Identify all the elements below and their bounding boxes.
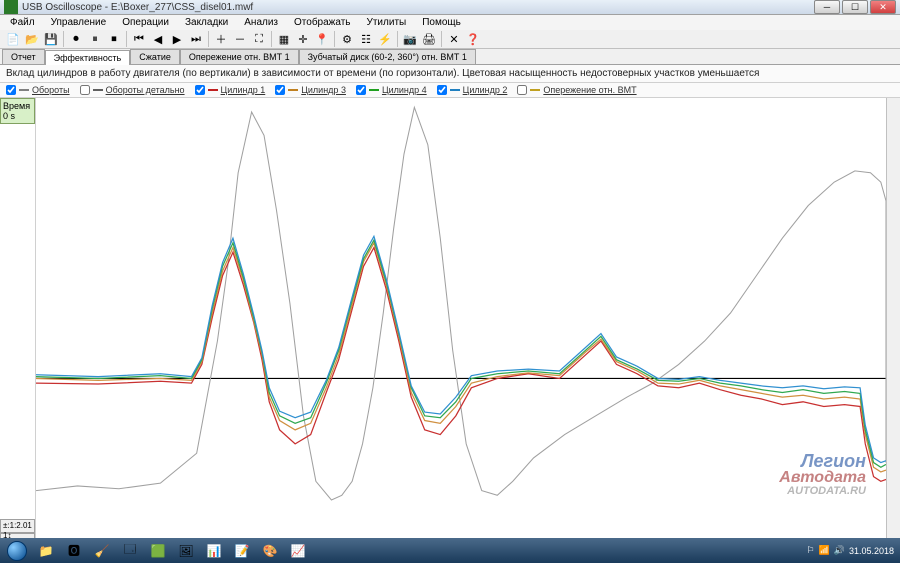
menu-7[interactable]: Помощь xyxy=(416,15,467,30)
new-icon[interactable]: 📄 xyxy=(4,30,22,48)
tab-0[interactable]: Отчет xyxy=(2,49,45,64)
taskbar-explorer-icon[interactable]: 📁 xyxy=(33,541,59,561)
taskbar-opera-icon[interactable]: 🅾 xyxy=(61,541,87,561)
legend-item-6[interactable]: Опережение отн. ВМТ xyxy=(517,85,636,95)
menu-4[interactable]: Анализ xyxy=(238,15,284,30)
legend-label-3: Цилиндр 3 xyxy=(301,85,346,95)
legend-bar: Обороты Обороты детально Цилиндр 1 Цилиндр … xyxy=(0,83,900,98)
legend-checkbox-2[interactable] xyxy=(195,85,205,95)
series-Цилиндр 4 xyxy=(36,240,886,467)
series-Цилиндр 1 xyxy=(36,248,886,482)
legend-label-5: Цилиндр 2 xyxy=(463,85,508,95)
taskbar-app1-icon[interactable]: 🗔 xyxy=(117,541,143,561)
taskbar-oscilloscope-icon[interactable]: 📈 xyxy=(285,541,311,561)
legend-checkbox-5[interactable] xyxy=(437,85,447,95)
save-icon[interactable]: 💾 xyxy=(42,30,60,48)
vertical-scrollbar[interactable] xyxy=(886,98,900,547)
record-icon[interactable]: ⏺ xyxy=(67,30,85,48)
tab-3[interactable]: Опережение отн. ВМТ 1 xyxy=(180,49,299,64)
trigger-icon[interactable]: ⚡ xyxy=(376,30,394,48)
legend-label-6: Опережение отн. ВМТ xyxy=(543,85,636,95)
taskbar-app3-icon[interactable]: 🖼 xyxy=(173,541,199,561)
menu-6[interactable]: Утилиты xyxy=(361,15,413,30)
minimize-button[interactable]: ─ xyxy=(814,0,840,14)
pause-icon[interactable]: ⏸ xyxy=(86,30,104,48)
legend-checkbox-4[interactable] xyxy=(356,85,366,95)
taskbar-ccleaner-icon[interactable]: 🧹 xyxy=(89,541,115,561)
left-panel: Время 0 s ±:1:2.01 1↕ ⟷1:1 xyxy=(0,98,36,547)
tab-4[interactable]: Зубчатый диск (60-2, 360°) отн. ВМТ 1 xyxy=(299,49,476,64)
settings-icon[interactable]: ⚙ xyxy=(338,30,356,48)
menu-5[interactable]: Отображать xyxy=(288,15,356,30)
window-titlebar: USB Oscilloscope - E:\Boxer_277\CSS_dise… xyxy=(0,0,900,15)
legend-item-0[interactable]: Обороты xyxy=(6,85,70,95)
zoomout-icon[interactable]: － xyxy=(231,30,249,48)
prev-icon[interactable]: ◀ xyxy=(149,30,167,48)
help-icon[interactable]: ❓ xyxy=(464,30,482,48)
time-value: 0 s xyxy=(3,111,32,121)
series-Цилиндр 3 xyxy=(36,243,886,472)
legend-label-0: Обороты xyxy=(32,85,70,95)
time-box: Время 0 s xyxy=(0,98,35,124)
grid-icon[interactable]: ▦ xyxy=(275,30,293,48)
legend-label-1: Обороты детально xyxy=(106,85,185,95)
menu-3[interactable]: Закладки xyxy=(179,15,234,30)
description-text: Вклад цилиндров в работу двигателя (по в… xyxy=(0,65,900,83)
legend-item-5[interactable]: Цилиндр 2 xyxy=(437,85,508,95)
maximize-button[interactable]: ☐ xyxy=(842,0,868,14)
window-title: USB Oscilloscope - E:\Boxer_277\CSS_dise… xyxy=(22,2,814,13)
fit-icon[interactable]: ⛶ xyxy=(250,30,268,48)
windows-taskbar: 📁 🅾 🧹 🗔 🟩 🖼 📊 📝 🎨 📈 ⚐ 📶 🔊 31.05.2018 xyxy=(0,538,900,563)
legend-item-2[interactable]: Цилиндр 1 xyxy=(195,85,266,95)
legend-label-2: Цилиндр 1 xyxy=(221,85,266,95)
close-icon[interactable]: ✕ xyxy=(445,30,463,48)
start-button[interactable] xyxy=(2,540,32,562)
screenshot-icon[interactable]: 📷 xyxy=(401,30,419,48)
stop-icon[interactable]: ⏹ xyxy=(105,30,123,48)
taskbar-excel-icon[interactable]: 📊 xyxy=(201,541,227,561)
channels-icon[interactable]: ☷ xyxy=(357,30,375,48)
legend-checkbox-1[interactable] xyxy=(80,85,90,95)
marker-icon[interactable]: 📍 xyxy=(313,30,331,48)
menu-0[interactable]: Файл xyxy=(4,15,41,30)
zoomin-icon[interactable]: ＋ xyxy=(212,30,230,48)
legend-checkbox-3[interactable] xyxy=(275,85,285,95)
toolbar: 📄 📂 💾 ⏺ ⏸ ⏹ ⏮ ◀ ▶ ⏭ ＋ － ⛶ ▦ ✛ 📍 ⚙ ☷ ⚡ 📷 … xyxy=(0,30,900,49)
app-icon xyxy=(4,0,18,14)
legend-item-4[interactable]: Цилиндр 4 xyxy=(356,85,427,95)
series-Обороты xyxy=(36,107,886,500)
legend-item-1[interactable]: Обороты детально xyxy=(80,85,185,95)
tab-bar: ОтчетЭффективностьСжатиеОпережение отн. … xyxy=(0,49,900,65)
tab-2[interactable]: Сжатие xyxy=(130,49,180,64)
taskbar-paint-icon[interactable]: 🎨 xyxy=(257,541,283,561)
next-icon[interactable]: ⏭ xyxy=(187,30,205,48)
close-button[interactable]: ✕ xyxy=(870,0,896,14)
print-icon[interactable]: 🖨 xyxy=(420,30,438,48)
tray-network-icon[interactable]: 📶 xyxy=(819,545,830,556)
menu-1[interactable]: Управление xyxy=(45,15,113,30)
chart-area[interactable]: Легион Автодата AUTODATA.RU xyxy=(36,98,886,547)
system-tray[interactable]: ⚐ 📶 🔊 31.05.2018 xyxy=(806,545,898,556)
time-label: Время xyxy=(3,101,32,111)
legend-checkbox-6[interactable] xyxy=(517,85,527,95)
legend-item-3[interactable]: Цилиндр 3 xyxy=(275,85,346,95)
tray-clock[interactable]: 31.05.2018 xyxy=(849,546,894,556)
series-Цилиндр 2 xyxy=(36,236,886,462)
open-icon[interactable]: 📂 xyxy=(23,30,41,48)
legend-label-4: Цилиндр 4 xyxy=(382,85,427,95)
rewind-icon[interactable]: ⏮ xyxy=(130,30,148,48)
menu-2[interactable]: Операции xyxy=(116,15,175,30)
play-icon[interactable]: ▶ xyxy=(168,30,186,48)
menu-bar: Файл УправлениеОперации Закладки Анализ Отоб… xyxy=(0,15,900,30)
cursor-icon[interactable]: ✛ xyxy=(294,30,312,48)
tray-sound-icon[interactable]: 🔊 xyxy=(834,545,845,556)
taskbar-app2-icon[interactable]: 🟩 xyxy=(145,541,171,561)
legend-checkbox-0[interactable] xyxy=(6,85,16,95)
tray-flag-icon[interactable]: ⚐ xyxy=(806,545,814,556)
taskbar-word-icon[interactable]: 📝 xyxy=(229,541,255,561)
tab-1[interactable]: Эффективность xyxy=(45,50,131,65)
